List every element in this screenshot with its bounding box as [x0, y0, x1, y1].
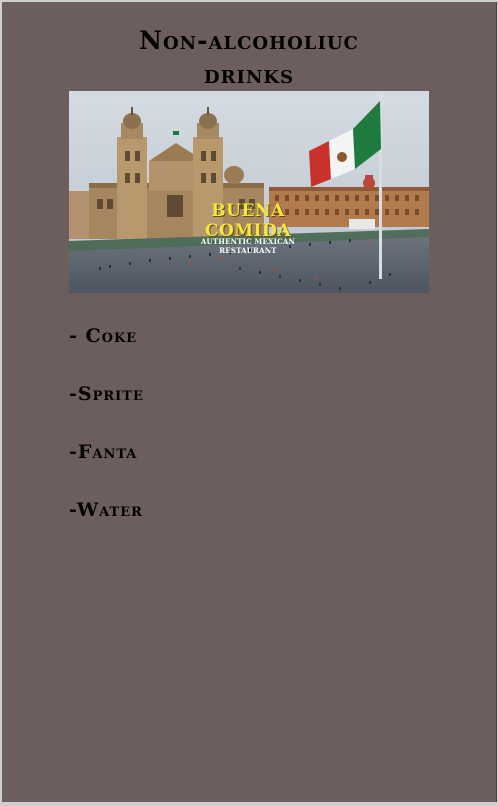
- page-title-line1: Non-alcoholiuc: [139, 26, 359, 55]
- menu-item-sprite: -Sprite: [69, 383, 144, 405]
- page-title-line2: drinks: [203, 60, 295, 89]
- page-title: Non-alcoholiuc drinks: [2, 24, 496, 92]
- menu-item-fanta: -Fanta: [69, 441, 138, 463]
- page-canvas: Non-alcoholiuc drinks BUENA COMIDA AUTHE…: [2, 2, 497, 802]
- bus: [349, 219, 375, 229]
- restaurant-tagline: AUTHENTIC MEXICAN RESTAURANT: [200, 237, 296, 255]
- menu-item-coke: - Coke: [69, 325, 138, 347]
- zocalo-photo: [69, 91, 429, 293]
- hero-image: BUENA COMIDA AUTHENTIC MEXICAN RESTAURAN…: [69, 91, 429, 293]
- menu-item-water: -Water: [69, 499, 143, 521]
- restaurant-name: BUENA COMIDA: [204, 201, 292, 241]
